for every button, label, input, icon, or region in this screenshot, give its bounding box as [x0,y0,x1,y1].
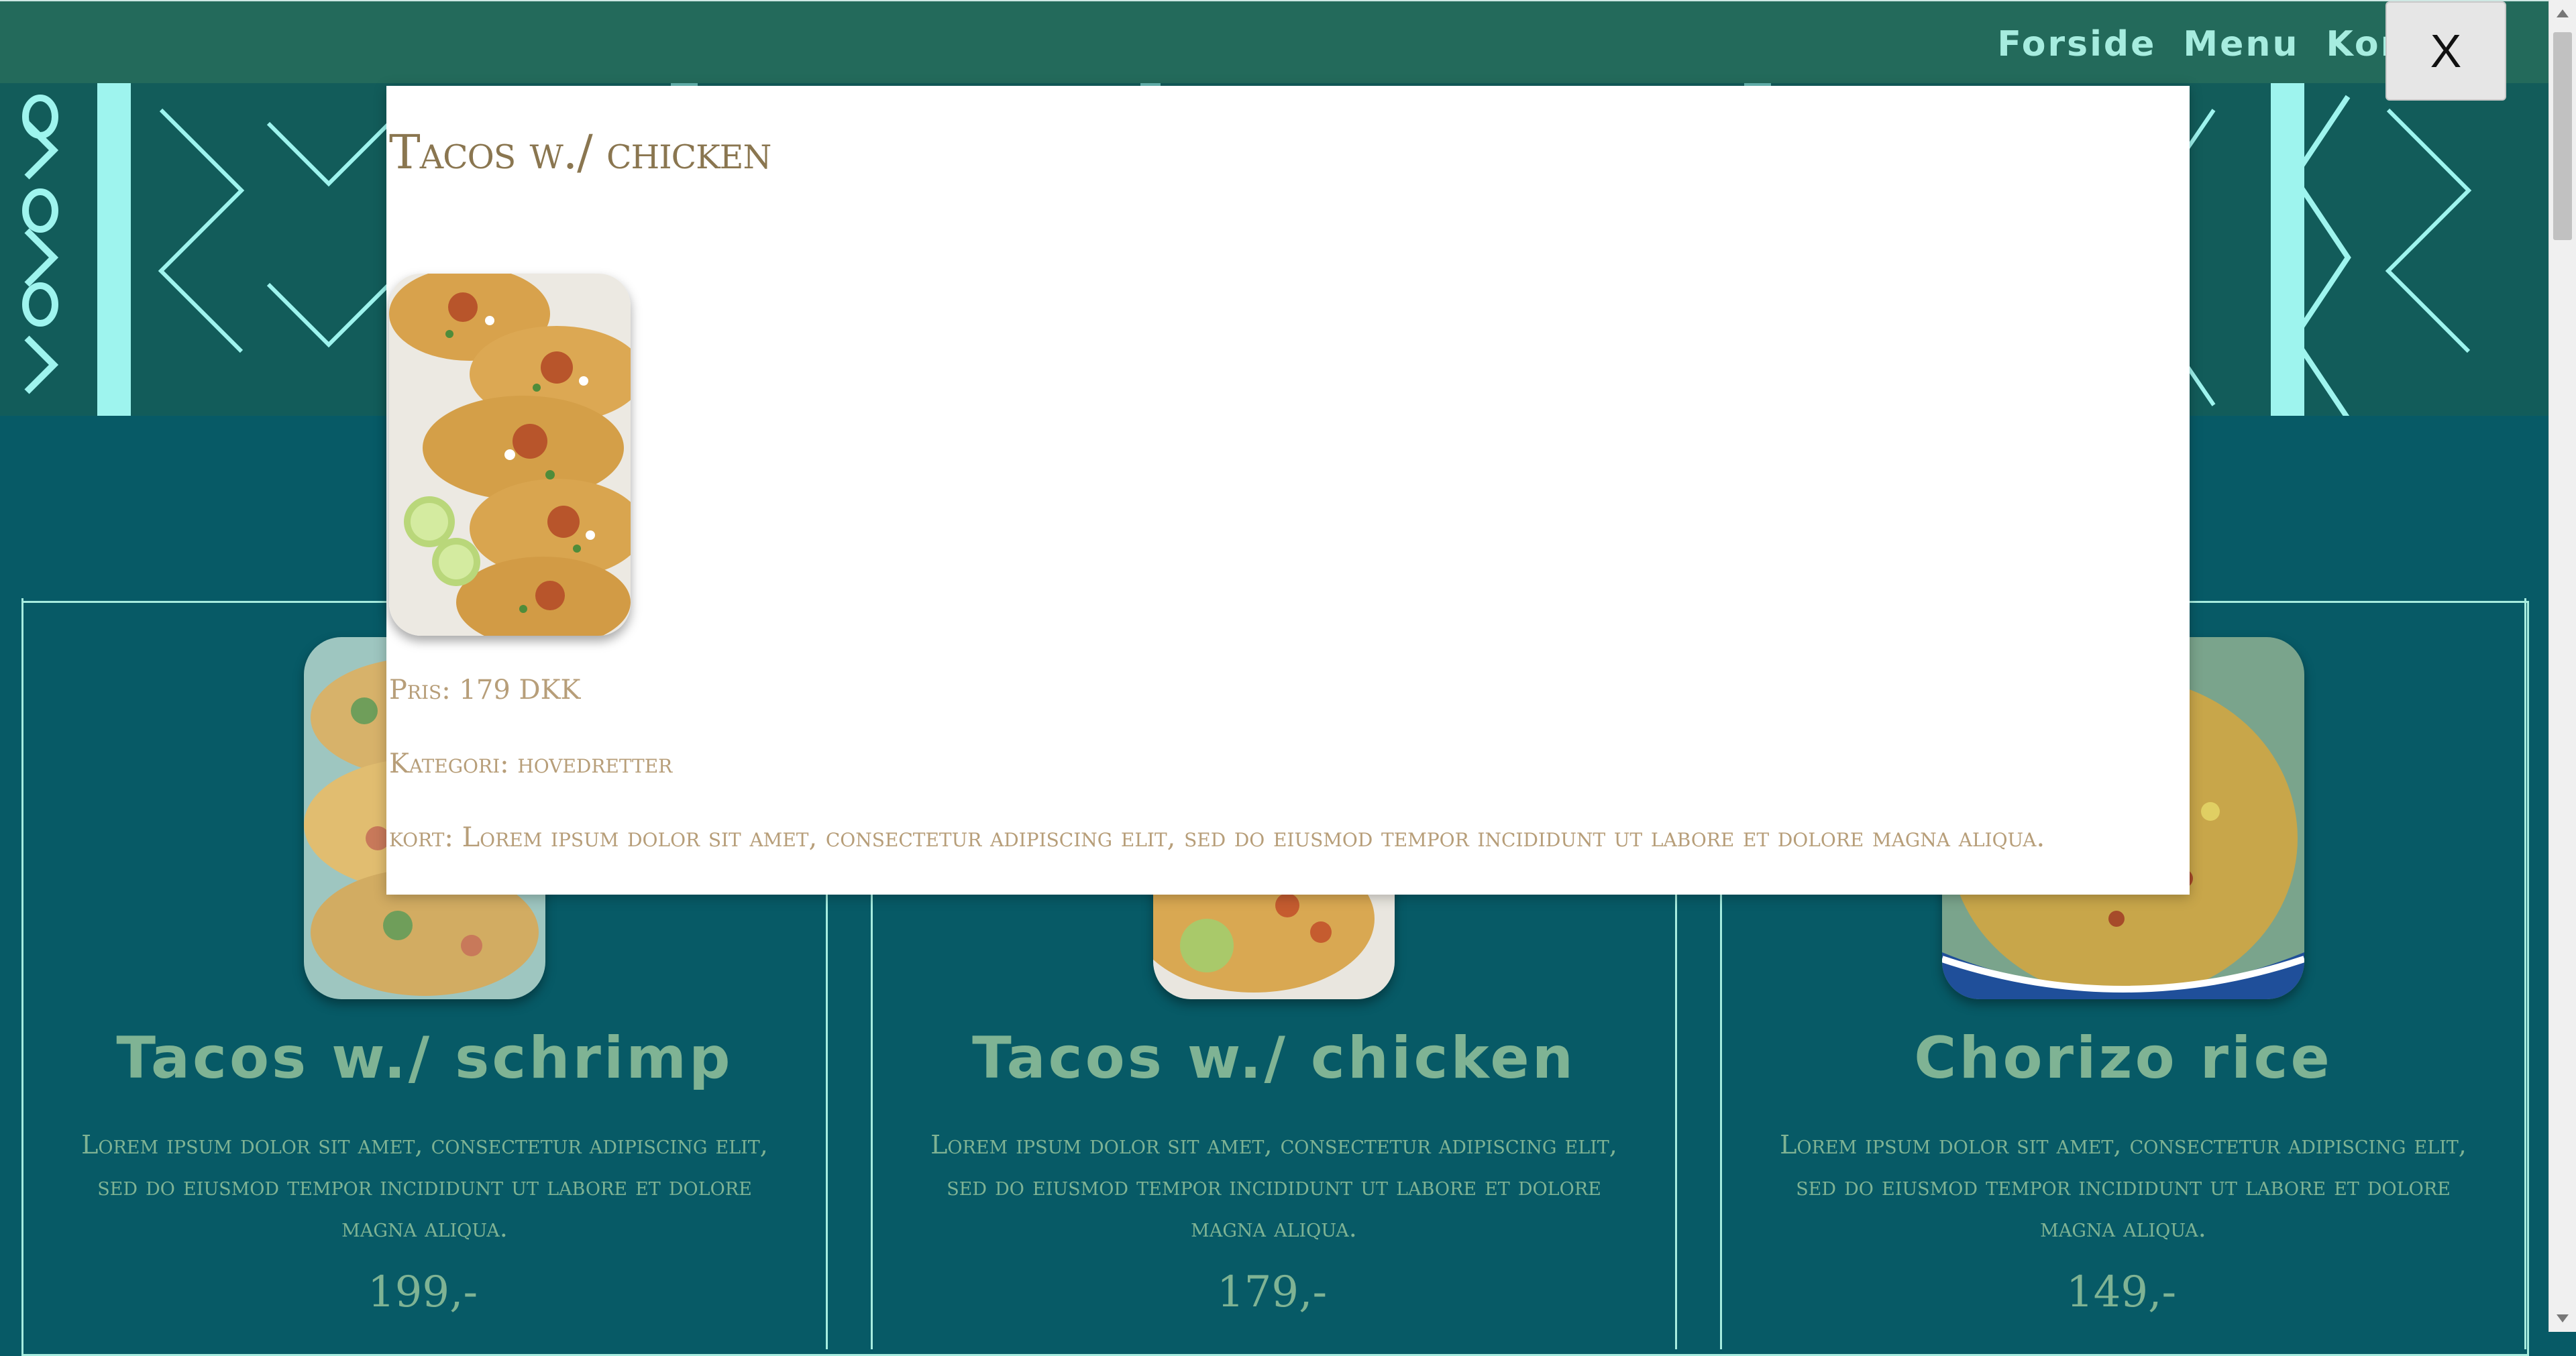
card-title: Tacos w./ schrimp [116,1025,733,1092]
nav-link-forside[interactable]: Forside [1997,24,2156,64]
card-description: Lorem ipsum dolor sit amet, consectetur … [1780,1130,2467,1243]
nav-link-menu[interactable]: Menu [2183,24,2299,64]
tacos-chicken-photo [389,274,631,636]
card-price: 199,- [367,1267,478,1317]
card-description: Lorem ipsum dolor sit amet, consectetur … [81,1130,768,1243]
card-price: 179,- [1216,1267,1328,1317]
modal-short-description: kort: Lorem ipsum dolor sit amet, consec… [389,822,2045,853]
modal-price: Pris: 179 DKK [389,675,581,705]
top-navigation-bar: Forside Menu Kontakt [0,0,2549,83]
page-scrollbar[interactable] [2548,0,2576,1332]
card-description: Lorem ipsum dolor sit amet, consectetur … [930,1130,1617,1243]
product-detail-modal: Tacos w./ chicken Pris: 179 DKK Kategori… [386,86,2190,895]
card-price: 149,- [2065,1267,2177,1317]
scrollbar-thumb[interactable] [2553,32,2572,240]
scroll-down-icon[interactable] [2557,1314,2569,1322]
close-modal-button[interactable]: X [2385,1,2506,101]
modal-category: Kategori: hovedretter [389,748,673,779]
modal-food-photo [389,274,631,636]
card-title: Chorizo rice [1914,1025,2332,1092]
card-title: Tacos w./ chicken [972,1025,1576,1092]
scroll-up-icon[interactable] [2557,9,2569,17]
modal-title: Tacos w./ chicken [389,125,771,180]
